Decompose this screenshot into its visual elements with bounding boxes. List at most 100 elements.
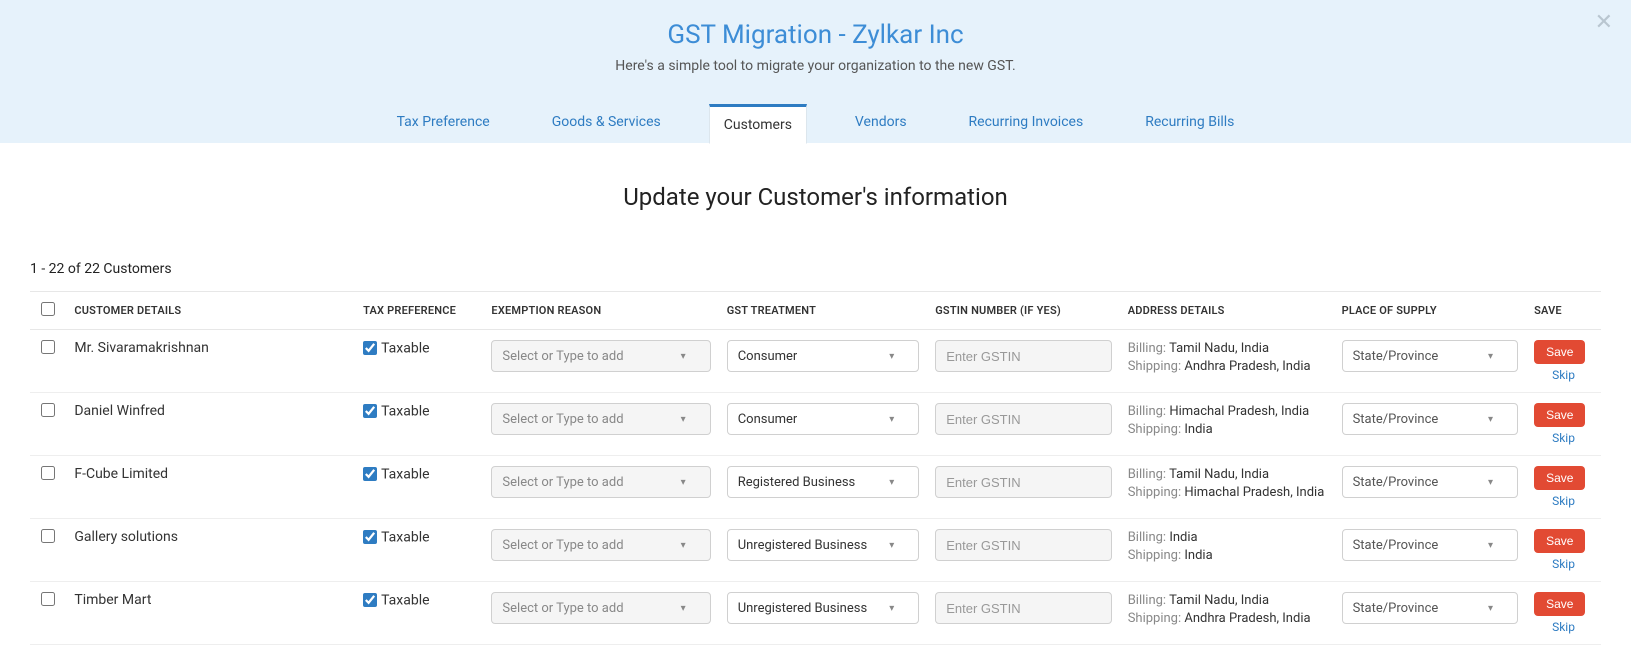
tab-recurring-invoices[interactable]: Recurring Invoices [955,104,1098,143]
gstin-input[interactable] [935,340,1111,372]
gst-treatment-select[interactable]: Unregistered Business ▾ [727,529,920,561]
gst-treatment-value: Unregistered Business [738,538,867,553]
chevron-down-icon: ▾ [1488,351,1493,362]
shipping-address: Shipping: India [1128,547,1326,565]
exemption-placeholder: Select or Type to add [502,538,623,553]
tabs-nav: Tax Preference Goods & Services Customers V… [0,104,1631,143]
gstin-input[interactable] [935,529,1111,561]
taxable-checkbox[interactable] [363,341,377,355]
billing-label: Billing: [1128,467,1166,482]
exemption-placeholder: Select or Type to add [502,475,623,490]
place-of-supply-placeholder: State/Province [1353,349,1439,364]
gstin-input[interactable] [935,592,1111,624]
table-row: Daniel WinfredTaxableSelect or Type to a… [30,393,1601,456]
chevron-down-icon: ▾ [889,540,894,551]
billing-address: Billing: India [1128,529,1326,547]
taxable-checkbox[interactable] [363,593,377,607]
taxable-checkbox[interactable] [363,467,377,481]
place-of-supply-select[interactable]: State/Province ▾ [1342,340,1518,372]
section-title: Update your Customer's information [0,183,1631,211]
tab-goods-services[interactable]: Goods & Services [538,104,675,143]
shipping-address: Shipping: Andhra Pradesh, India [1128,358,1326,376]
row-select-checkbox[interactable] [41,529,55,543]
shipping-address: Shipping: India [1128,421,1326,439]
gst-treatment-select[interactable]: Registered Business▾ [727,466,920,498]
exemption-reason-select[interactable]: Select or Type to add▾ [491,340,710,372]
save-button[interactable]: Save [1534,340,1585,364]
shipping-address: Shipping: Himachal Pradesh, India [1128,484,1326,502]
skip-link[interactable]: Skip [1534,431,1593,445]
gst-treatment-select[interactable]: Consumer▾ [727,340,920,372]
shipping-label: Shipping: [1128,548,1181,563]
gst-treatment-select[interactable]: Consumer ▾ [727,403,920,435]
header-customer: Customer Details [66,292,355,330]
chevron-down-icon: ▾ [889,414,894,425]
taxable-label: Taxable [381,529,429,545]
header-gstin: GSTIN Number (If Yes) [927,292,1119,330]
select-all-checkbox[interactable] [41,302,55,316]
chevron-down-icon: ▾ [889,351,894,362]
taxable-label: Taxable [381,466,429,482]
row-select-checkbox[interactable] [41,466,55,480]
exemption-reason-select[interactable]: Select or Type to add▾ [491,403,710,435]
table-row: Mr. SivaramakrishnanTaxableSelect or Typ… [30,330,1601,393]
header-select-all [30,292,66,330]
exemption-reason-select[interactable]: Select or Type to add▾ [491,592,710,624]
chevron-down-icon: ▾ [681,540,686,551]
billing-label: Billing: [1128,593,1166,608]
gst-treatment-value: Consumer [738,412,798,427]
save-button[interactable]: Save [1534,529,1585,553]
skip-link[interactable]: Skip [1534,620,1593,634]
row-select-checkbox[interactable] [41,403,55,417]
billing-address: Billing: Tamil Nadu, India [1128,466,1326,484]
gstin-input[interactable] [935,466,1111,498]
tab-tax-preference[interactable]: Tax Preference [383,104,504,143]
tab-customers[interactable]: Customers [709,104,807,144]
place-of-supply-placeholder: State/Province [1353,412,1439,427]
place-of-supply-select[interactable]: State/Province▾ [1342,592,1518,624]
exemption-reason-select[interactable]: Select or Type to add ▾ [491,529,710,561]
tab-vendors[interactable]: Vendors [841,104,921,143]
shipping-value: India [1184,422,1212,437]
content-area: 1 - 22 of 22 Customers Customer Details … [0,261,1631,645]
taxable-checkbox[interactable] [363,530,377,544]
exemption-reason-select[interactable]: Select or Type to add▾ [491,466,710,498]
place-of-supply-select[interactable]: State/Province ▾ [1342,403,1518,435]
chevron-down-icon: ▾ [1488,603,1493,614]
page-title: GST Migration - Zylkar Inc [0,20,1631,50]
gstin-input[interactable] [935,403,1111,435]
billing-value: Tamil Nadu, India [1169,341,1269,356]
shipping-label: Shipping: [1128,611,1181,626]
taxable-checkbox[interactable] [363,404,377,418]
shipping-value: Himachal Pradesh, India [1184,485,1324,500]
chevron-down-icon: ▾ [1488,414,1493,425]
table-row: Timber MartTaxableSelect or Type to add▾… [30,582,1601,645]
gst-treatment-select[interactable]: Unregistered Business▾ [727,592,920,624]
place-of-supply-select[interactable]: State/Province▾ [1342,529,1518,561]
tab-recurring-bills[interactable]: Recurring Bills [1131,104,1248,143]
chevron-down-icon: ▾ [681,351,686,362]
customer-name: F-Cube Limited [66,456,355,519]
header-place: Place of Supply [1334,292,1526,330]
table-row: F-Cube Limited Taxable Select or Type to a… [30,456,1601,519]
row-select-checkbox[interactable] [41,592,55,606]
chevron-down-icon: ▾ [1488,477,1493,488]
chevron-down-icon: ▾ [889,477,894,488]
shipping-value: Andhra Pradesh, India [1184,611,1310,626]
skip-link[interactable]: Skip [1534,368,1593,382]
skip-link[interactable]: Skip [1534,494,1593,508]
shipping-label: Shipping: [1128,422,1181,437]
table-row: Gallery solutions Taxable Select or Type t… [30,519,1601,582]
row-select-checkbox[interactable] [41,340,55,354]
customer-name: Gallery solutions [66,519,355,582]
billing-label: Billing: [1128,530,1166,545]
skip-link[interactable]: Skip [1534,557,1593,571]
save-button[interactable]: Save [1534,592,1585,616]
save-button[interactable]: Save [1534,403,1585,427]
billing-address: Billing: Himachal Pradesh, India [1128,403,1326,421]
exemption-placeholder: Select or Type to add [502,601,623,616]
save-button[interactable]: Save [1534,466,1585,490]
place-of-supply-select[interactable]: State/Province▾ [1342,466,1518,498]
close-icon[interactable]: ✕ [1595,10,1613,35]
customers-table: Customer Details Tax Preference Exemptio… [30,291,1601,645]
